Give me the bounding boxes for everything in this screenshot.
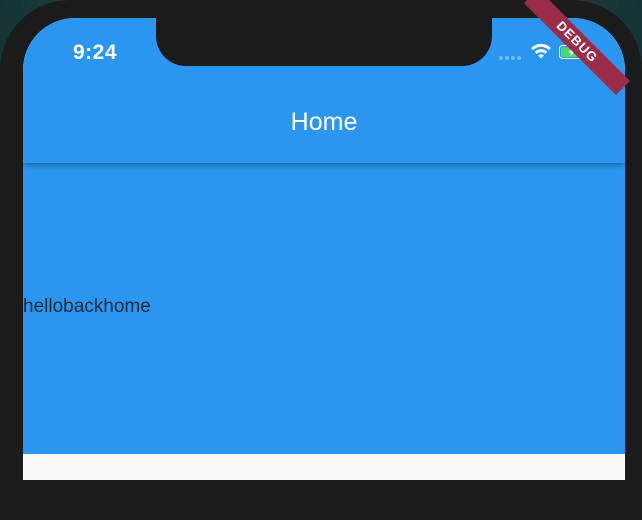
lower-area [23,454,625,480]
phone-frame: 9:24 Home hellobackhome [0,0,642,520]
device-notch [156,18,492,66]
app-bar: 9:24 Home [23,18,625,163]
body-text: hellobackhome [23,296,151,317]
status-time: 9:24 [73,41,118,64]
phone-screen: 9:24 Home hellobackhome [23,18,625,480]
app-bar-title: Home [290,108,358,136]
body-container: hellobackhome [23,163,625,454]
battery-charging-icon [559,45,587,59]
wifi-icon [531,43,551,59]
cellular-signal-icon [499,56,521,60]
